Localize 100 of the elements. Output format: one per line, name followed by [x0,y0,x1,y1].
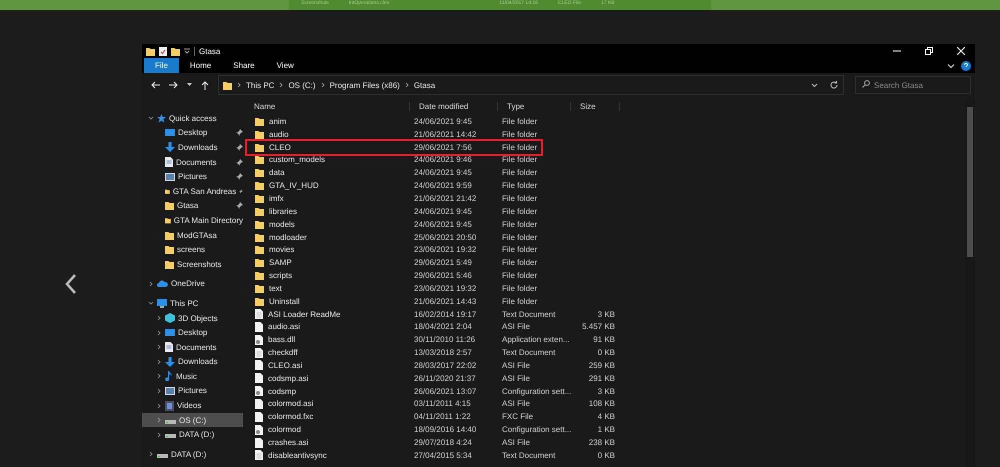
file-name[interactable]: audio [245,130,410,139]
chevron-down-icon[interactable] [811,82,818,88]
file-name[interactable]: CLEO.asi [245,360,410,370]
sidebar-item[interactable]: Desktop [142,325,243,340]
sidebar-item[interactable]: Screenshots [142,256,243,272]
file-name[interactable]: custom_models [245,155,410,164]
sidebar-item[interactable]: ModGTAsa [142,228,243,242]
sidebar-item[interactable]: OneDrive [142,276,243,292]
file-name[interactable]: imfx [245,194,410,203]
up-arrow-icon [201,80,209,90]
file-name[interactable]: ASI Loader ReadMe [245,309,410,320]
refresh-icon[interactable] [829,80,839,90]
file-name[interactable]: text [245,284,410,293]
sidebar-item[interactable]: Pictures [142,169,243,184]
chevron-right-icon [237,82,241,88]
file-icon [255,322,263,332]
sidebar-item[interactable]: DATA (D:) [142,447,243,462]
column-header[interactable]: Type [498,102,571,110]
file-name[interactable]: GTA_IV_HUD [245,181,410,190]
file-name[interactable]: anim [245,116,410,126]
drive-icon [165,431,176,438]
back-arrow-icon [151,81,160,89]
file-name[interactable]: SAMP [245,258,410,268]
sidebar-item[interactable]: Gtasa [142,198,243,214]
chevron-down-icon[interactable] [947,62,955,70]
chevron-right-icon [320,82,325,88]
breadcrumb[interactable]: OS (C:) [288,80,316,90]
chevron-left-icon[interactable] [65,274,77,294]
file-name[interactable]: libraries [245,206,410,216]
sidebar-item[interactable]: GTA Main Directory [142,213,243,228]
table-cell-text: 21/06/2021 14:42 [413,130,478,139]
ribbon-tab[interactable]: Home [178,58,222,73]
sidebar-item[interactable]: GTA San Andreas [142,184,243,199]
ribbon-tab[interactable]: File [144,58,179,73]
table-cell-text: 23/06/2021 19:32 [413,245,478,254]
cube-icon [165,313,175,324]
folder-icon [146,46,155,56]
table-cell-text: 24/06/2021 9:45 [413,116,473,126]
table-cell-text: 3 KB [596,386,615,396]
folder-icon [223,80,232,90]
table-cell-text: 24/06/2021 9:45 [413,220,473,229]
sidebar-item[interactable]: Downloads [142,354,243,370]
file-name[interactable]: data [245,168,410,178]
sidebar-item[interactable]: Documents [142,340,243,354]
table-cell-text: 04/11/2011 1:22 [413,412,472,422]
sidebar-item[interactable]: Documents [142,154,243,170]
table-cell-text: 28/03/2017 22:02 [413,360,478,370]
sidebar-item[interactable]: Pictures [142,384,243,398]
file-name[interactable]: codsmp [245,386,410,396]
star-icon [157,114,166,123]
sidebar-item[interactable]: Videos [142,398,243,413]
chevron-right-icon [148,451,154,458]
chevron-right-icon [156,432,162,438]
chevron-down-icon [148,300,154,306]
file-name[interactable]: movies [245,245,410,254]
ribbon-tab[interactable]: View [266,58,305,73]
file-name[interactable]: codsmp.asi [245,373,410,384]
file-name[interactable]: CLEO [245,142,410,152]
column-header[interactable]: Name [245,102,410,110]
file-name[interactable]: models [245,220,410,229]
table-cell-text: 3 KB [596,310,615,319]
sidebar-item[interactable]: This PC [142,296,243,311]
help-icon[interactable] [961,60,971,70]
picture-icon [165,172,175,181]
table-cell-text: ASI File [501,438,532,448]
table-cell-text: 18/09/2016 14:40 [413,425,478,434]
file-name[interactable]: checkdff [245,348,410,358]
sidebar-item[interactable]: screens [142,242,243,257]
file-name[interactable]: colormod [245,424,410,435]
table-cell-text: 27/04/2015 5:34 [413,450,473,460]
search-field[interactable]: Search Gtasa [855,76,971,94]
file-name[interactable]: disableantivsync [245,450,410,460]
sidebar-item[interactable]: 3D Objects [142,310,243,326]
sidebar-item[interactable]: OS (C:) [142,412,243,428]
restore-icon [925,47,933,55]
breadcrumb[interactable]: This PC [246,80,274,90]
sidebar-item[interactable]: Music [142,369,243,384]
table-cell-text: 18/04/2021 2:04 [413,322,473,332]
file-name[interactable]: colormod.asi [245,398,410,409]
table-cell-text: 26/11/2020 21:37 [413,374,477,383]
file-name[interactable]: modloader [245,232,410,242]
recent-locations-button[interactable] [184,83,195,87]
breadcrumb[interactable]: Gtasa [414,80,436,90]
ribbon-tab[interactable]: Share [222,58,266,73]
file-name[interactable]: crashes.asi [245,438,410,448]
table-cell-text: 25/06/2021 20:50 [413,232,478,242]
download-arrow-icon [165,142,175,152]
sidebar-item[interactable]: Downloads [142,140,243,155]
file-name[interactable]: Uninstall [245,296,410,306]
address-bar[interactable]: This PC OS (C:) Program Files (x86) Gtasa [218,75,844,95]
file-name[interactable]: scripts [245,271,410,280]
column-header[interactable]: Size [571,102,620,110]
file-name[interactable]: audio.asi [245,322,410,332]
breadcrumb[interactable]: Program Files (x86) [330,80,400,90]
file-name[interactable]: bass.dll [245,334,410,345]
column-header[interactable]: Date modified [410,102,498,110]
file-name[interactable]: colormod.fxc [245,412,410,422]
sidebar-item[interactable]: Desktop [142,126,243,140]
sidebar-item[interactable]: Quick access [142,111,243,126]
sidebar-item[interactable]: DATA (D:) [142,427,243,442]
